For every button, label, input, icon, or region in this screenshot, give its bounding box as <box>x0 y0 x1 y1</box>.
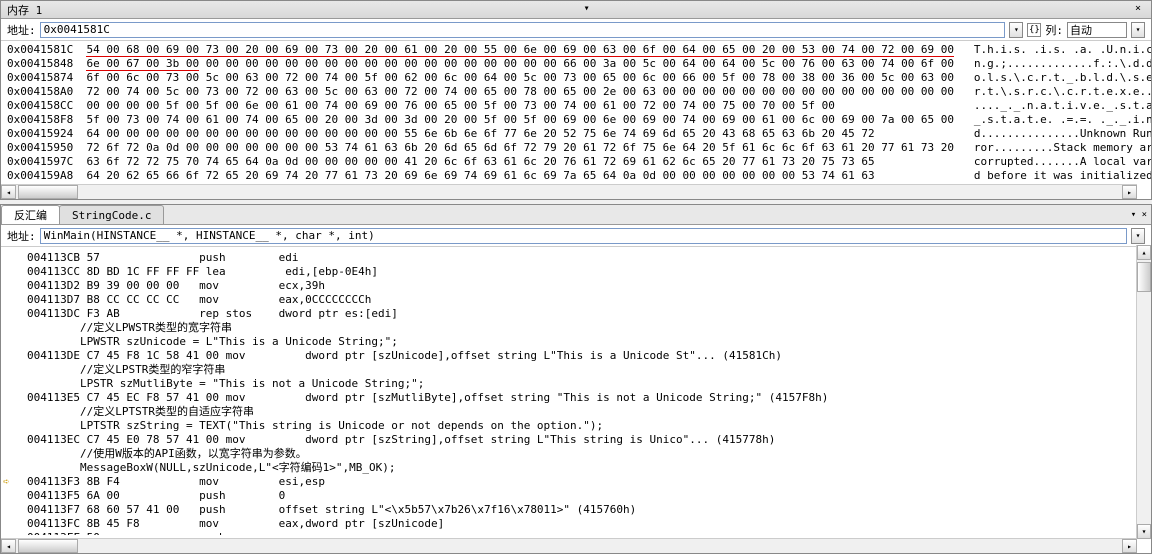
disasm-h-scrollbar[interactable]: ◂ ▸ <box>1 538 1137 553</box>
disasm-line: 004113DE C7 45 F8 1C 58 41 00 mov dword … <box>9 349 1143 363</box>
disasm-addr-label: 地址: <box>7 228 36 244</box>
hex-row: 0x00415950 72 6f 72 0a 0d 00 00 00 00 00… <box>7 141 1145 155</box>
col-dropdown-icon[interactable]: ▾ <box>1131 22 1145 38</box>
disasm-line: //定义LPSTR类型的窄字符串 <box>9 363 1143 377</box>
disasm-line: 004113CC 8D BD 1C FF FF FF lea edi,[ebp-… <box>9 265 1143 279</box>
disasm-line: 004113CB 57 push edi <box>9 251 1143 265</box>
current-line-arrow-icon: ➪ <box>3 475 10 489</box>
v-scroll-thumb[interactable] <box>1137 262 1151 292</box>
disasm-line: //使用W版本的API函数，以宽字符串为参数。 <box>9 447 1143 461</box>
disassembly-listing[interactable]: 004113CB 57 push edi004113CC 8D BD 1C FF… <box>1 247 1151 535</box>
disasm-scroll-left-icon[interactable]: ◂ <box>1 539 16 553</box>
disasm-line: 004113FC 8B 45 F8 mov eax,dword ptr [szU… <box>9 517 1143 531</box>
col-label: 列: <box>1045 22 1063 38</box>
disassembly-pane: 反汇编 StringCode.c ▾ × 地址: ▾ 004113CB 57 p… <box>0 204 1152 554</box>
hex-row: 0x004158CC 00 00 00 00 5f 00 5f 00 6e 00… <box>7 99 1145 113</box>
disasm-line: 004113F7 68 60 57 41 00 push offset stri… <box>9 503 1143 517</box>
disasm-h-scroll-thumb[interactable] <box>18 539 78 553</box>
disasm-line: LPSTR szMutliByte = "This is not a Unico… <box>9 377 1143 391</box>
memory-title-bar: 内存 1 ▾ × <box>1 1 1151 19</box>
hex-row: 0x004158F8 5f 00 73 00 74 00 61 00 74 00… <box>7 113 1145 127</box>
hex-row: 0x00415848 6e 00 67 00 3b 00 00 00 00 00… <box>7 57 1145 71</box>
dropdown-icon[interactable]: ▾ <box>1009 22 1023 38</box>
hex-row: 0x004158A0 72 00 74 00 5c 00 73 00 72 00… <box>7 85 1145 99</box>
h-scroll-thumb[interactable] <box>18 185 78 199</box>
memory-pane: 内存 1 ▾ × 地址: ▾ {} 列: ▾ 0x0041581C 54 00 … <box>0 0 1152 200</box>
hex-row: 0x00415874 6f 00 6c 00 73 00 5c 00 63 00… <box>7 71 1145 85</box>
tab-source[interactable]: StringCode.c <box>59 205 164 224</box>
hex-dump[interactable]: 0x0041581C 54 00 68 00 69 00 73 00 20 00… <box>1 41 1151 185</box>
tab-menu-icon[interactable]: ▾ × <box>1131 210 1147 220</box>
disasm-tabs: 反汇编 StringCode.c ▾ × <box>1 205 1151 225</box>
tab-disassembly[interactable]: 反汇编 <box>1 205 60 224</box>
disasm-line: 004113D7 B8 CC CC CC CC mov eax,0CCCCCCC… <box>9 293 1143 307</box>
disasm-line: 004113DC F3 AB rep stos dword ptr es:[ed… <box>9 307 1143 321</box>
disasm-line: 004113D2 B9 39 00 00 00 mov ecx,39h <box>9 279 1143 293</box>
disasm-scroll-right-icon[interactable]: ▸ <box>1122 539 1137 553</box>
col-select[interactable] <box>1067 22 1127 38</box>
disasm-line: 004113FF 50 push eax <box>9 531 1143 535</box>
scroll-down-icon[interactable]: ▾ <box>1137 524 1151 539</box>
memory-h-scrollbar[interactable]: ◂ ▸ <box>1 184 1137 199</box>
disasm-address-bar: 地址: ▾ <box>1 225 1151 247</box>
pin-icon[interactable]: ▾ <box>580 3 594 17</box>
memory-address-bar: 地址: ▾ {} 列: ▾ <box>1 19 1151 41</box>
disasm-line: 004113E5 C7 45 EC F8 57 41 00 mov dword … <box>9 391 1143 405</box>
hex-row: 0x00415924 64 00 00 00 00 00 00 00 00 00… <box>7 127 1145 141</box>
memory-title: 内存 1 <box>7 2 42 18</box>
disasm-dropdown-icon[interactable]: ▾ <box>1131 228 1145 244</box>
scroll-left-icon[interactable]: ◂ <box>1 185 16 199</box>
memory-addr-input[interactable] <box>40 22 1006 38</box>
close-icon[interactable]: × <box>1131 3 1145 17</box>
scroll-up-icon[interactable]: ▴ <box>1137 245 1151 260</box>
scroll-right-icon[interactable]: ▸ <box>1122 185 1137 199</box>
hex-row: 0x004159A8 64 20 62 65 66 6f 72 65 20 69… <box>7 169 1145 183</box>
memory-addr-label: 地址: <box>7 22 36 38</box>
disasm-line: LPWSTR szUnicode = L"This is a Unicode S… <box>9 335 1143 349</box>
disasm-addr-input[interactable] <box>40 228 1127 244</box>
disasm-line: 004113EC C7 45 E0 78 57 41 00 mov dword … <box>9 433 1143 447</box>
braces-icon[interactable]: {} <box>1027 23 1041 37</box>
disasm-line: ➪004113F3 8B F4 mov esi,esp <box>9 475 1143 489</box>
hex-row: 0x0041597C 63 6f 72 72 75 70 74 65 64 0a… <box>7 155 1145 169</box>
disasm-line: //定义LPWSTR类型的宽字符串 <box>9 321 1143 335</box>
disasm-line: 004113F5 6A 00 push 0 <box>9 489 1143 503</box>
hex-row: 0x0041581C 54 00 68 00 69 00 73 00 20 00… <box>7 43 1145 57</box>
disasm-line: //定义LPTSTR类型的自适应字符串 <box>9 405 1143 419</box>
disasm-line: LPTSTR szString = TEXT("This string is U… <box>9 419 1143 433</box>
disasm-line: MessageBoxW(NULL,szUnicode,L"<字符编码1>",MB… <box>9 461 1143 475</box>
disasm-v-scrollbar[interactable]: ▴ ▾ <box>1136 245 1151 539</box>
